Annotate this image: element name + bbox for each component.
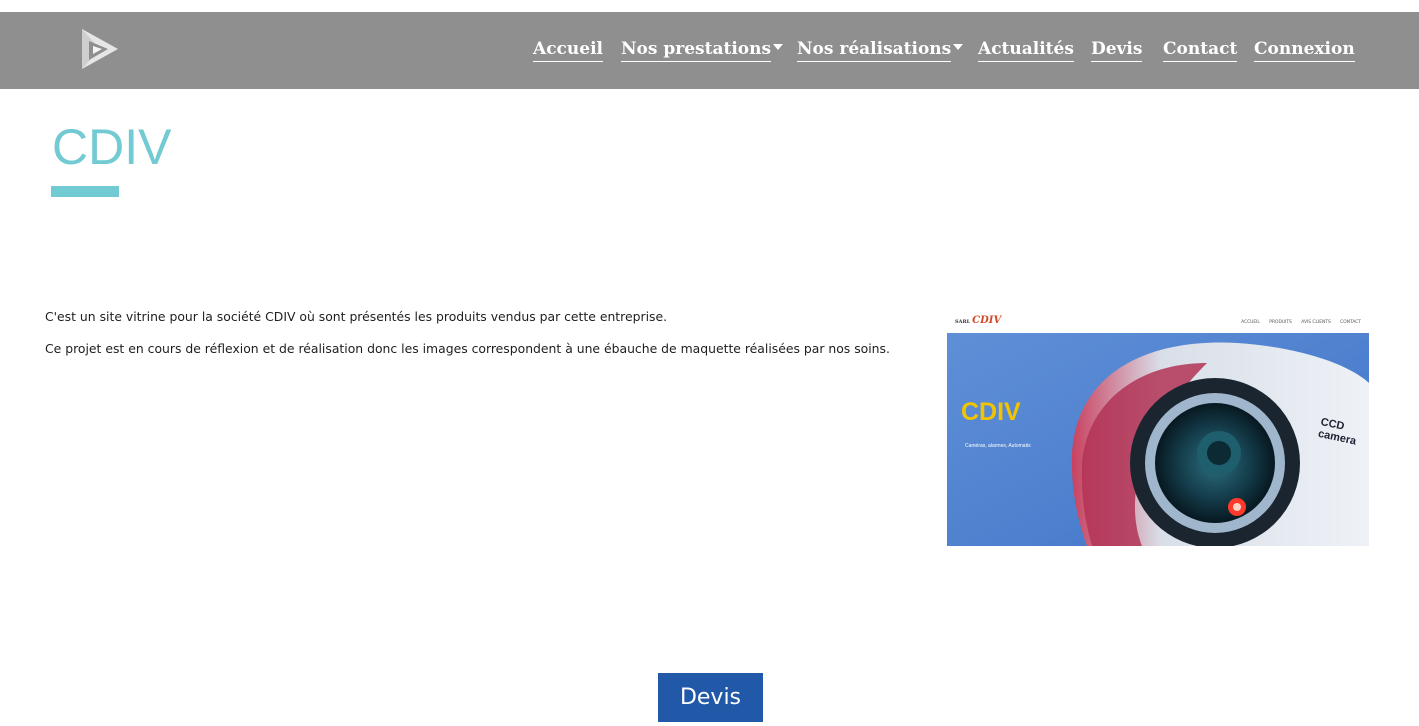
main-nav: Accueil Nos prestations Nos réalisations…: [0, 38, 1419, 68]
mockup-brand: SARL CDIV: [955, 315, 1001, 326]
nav-nos-prestations-label[interactable]: Nos prestations: [621, 38, 772, 62]
mockup-hero-subtitle: Caméras, alarmes, Automatis: [965, 443, 1031, 449]
nav-contact[interactable]: Contact: [1163, 38, 1238, 62]
nav-actualites[interactable]: Actualités: [978, 38, 1074, 62]
nav-nos-prestations[interactable]: Nos prestations: [621, 38, 784, 62]
nav-devis[interactable]: Devis: [1091, 38, 1143, 62]
nav-accueil-label[interactable]: Accueil: [533, 38, 603, 62]
project-mockup-image: SARL CDIV ACCUEIL PRODUITS AVIS CLIENTS C…: [947, 313, 1369, 546]
chevron-down-icon[interactable]: [773, 43, 784, 50]
nav-devis-label[interactable]: Devis: [1091, 38, 1143, 62]
nav-connexion-label[interactable]: Connexion: [1254, 38, 1355, 62]
mockup-hero-title: CDIV: [961, 398, 1021, 426]
mockup-menu-item: CONTACT: [1340, 320, 1361, 325]
mockup-menu-item: AVIS CLIENTS: [1301, 320, 1331, 325]
chevron-down-icon[interactable]: [953, 43, 964, 50]
description-paragraph-1: C'est un site vitrine pour la société CD…: [45, 309, 668, 324]
camera-photo: [947, 333, 1369, 546]
nav-actualites-label[interactable]: Actualités: [978, 38, 1074, 62]
nav-nos-realisations-label[interactable]: Nos réalisations: [797, 38, 952, 62]
mockup-header: SARL CDIV ACCUEIL PRODUITS AVIS CLIENTS C…: [947, 313, 1369, 333]
nav-accueil[interactable]: Accueil: [533, 38, 603, 62]
nav-nos-realisations[interactable]: Nos réalisations: [797, 38, 964, 62]
mockup-menu-item: ACCUEIL: [1241, 320, 1260, 325]
title-underline: [51, 186, 119, 197]
mockup-menu: ACCUEIL PRODUITS AVIS CLIENTS CONTACT: [1233, 320, 1361, 325]
nav-contact-label[interactable]: Contact: [1163, 38, 1238, 62]
page-title: CDIV: [52, 119, 172, 175]
top-navbar: Accueil Nos prestations Nos réalisations…: [0, 12, 1419, 89]
mockup-menu-item: PRODUITS: [1269, 320, 1292, 325]
nav-connexion[interactable]: Connexion: [1254, 38, 1355, 62]
mockup-brand-name: CDIV: [972, 315, 1002, 326]
devis-button[interactable]: Devis: [658, 673, 763, 722]
mockup-brand-prefix: SARL: [955, 319, 971, 325]
description-paragraph-2: Ce projet est en cours de réflexion et d…: [45, 341, 890, 356]
